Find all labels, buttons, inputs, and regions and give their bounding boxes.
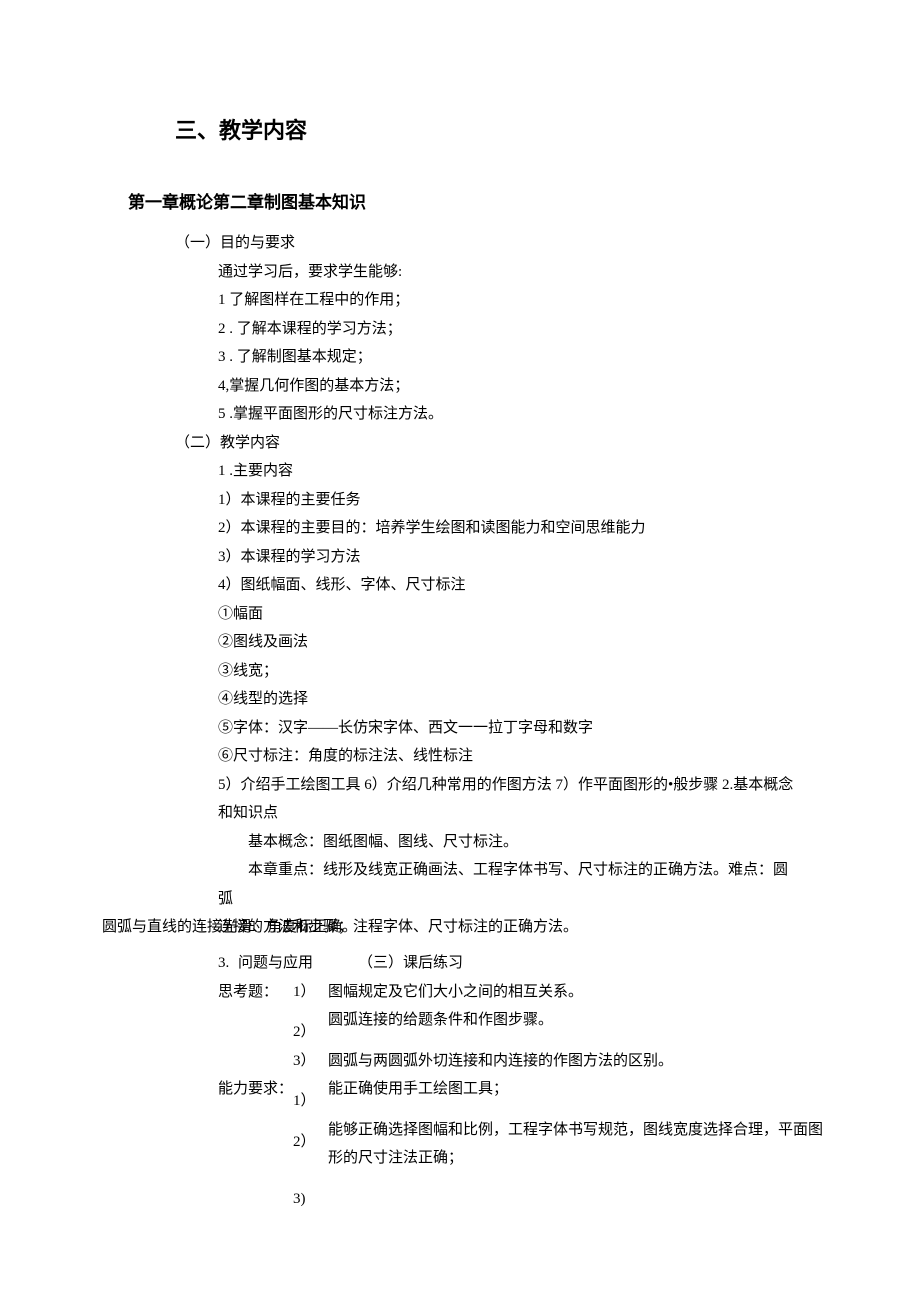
list-item: 1）本课程的主要任务 bbox=[218, 486, 920, 515]
item-number: 1） bbox=[293, 978, 323, 1007]
overlap-front: 连接的方法和步骤；注程字体、尺寸标注的正确方法。 bbox=[218, 913, 578, 942]
list-item: 5）介绍手工绘图工具 6）介绍几种常用的作图方法 7）作平面图形的•般步骤 2.… bbox=[218, 771, 920, 828]
list-item: 4）图纸幅面、线形、字体、尺寸标注 bbox=[218, 571, 920, 600]
item-text: 圆弧连接的给题条件和作图步骤。 bbox=[323, 1006, 673, 1047]
list-item: 3）本课程的学习方法 bbox=[218, 543, 920, 572]
item-number: 3） bbox=[293, 1047, 323, 1076]
subsection-1-head: （一）目的与要求 bbox=[175, 229, 920, 258]
table-row: 思考题： 1） 图幅规定及它们大小之间的相互关系。 bbox=[218, 978, 673, 1007]
item-number: 1） bbox=[293, 1075, 323, 1116]
list-item: 3 . 了解制图基本规定； bbox=[218, 343, 920, 372]
subsection-2-head: （二）教学内容 bbox=[175, 429, 920, 458]
intro-text: 通过学习后，要求学生能够: bbox=[218, 258, 920, 287]
ability-label: 能力要求： bbox=[218, 1075, 293, 1116]
row-triple: 3. 问题与应用 （三）课后练习 bbox=[218, 949, 920, 978]
item-text: 图幅规定及它们大小之间的相互关系。 bbox=[323, 978, 673, 1007]
list-item: ⑥尺寸标注：角度的标注法、线性标注 bbox=[218, 742, 920, 771]
item-number: 2） bbox=[293, 1006, 323, 1047]
focus-text: 本章重点：线形及线宽正确画法、工程字体书写、尺寸标注的正确方法。难点：圆弧 bbox=[218, 856, 920, 913]
row-number: 3. bbox=[218, 949, 238, 978]
item-text: 能正确使用手工绘图工具； bbox=[323, 1075, 823, 1116]
list-item: ⑤字体：汉字——长仿宋字体、西文一一拉丁字母和数字 bbox=[218, 714, 920, 743]
chapter-heading: 第一章概论第二章制图基本知识 bbox=[128, 187, 920, 219]
table-row: 3） 圆弧与两圆弧外切连接和内连接的作图方法的区别。 bbox=[218, 1047, 673, 1076]
think-table: 思考题： 1） 图幅规定及它们大小之间的相互关系。 2） 圆弧连接的给题条件和作… bbox=[218, 978, 673, 1076]
table-row: 2） 圆弧连接的给题条件和作图步骤。 bbox=[218, 1006, 673, 1047]
item-text: 能够正确选择图幅和比例，工程字体书写规范，图线宽度选择合理，平面图形的尺寸注法正… bbox=[323, 1116, 823, 1173]
list-item: ②图线及画法 bbox=[218, 628, 920, 657]
main-content-head: 1 .主要内容 bbox=[218, 457, 920, 486]
section-heading: 三、教学内容 bbox=[175, 110, 920, 152]
think-label: 思考题： bbox=[218, 978, 293, 1007]
row-label-a: 问题与应用 bbox=[238, 949, 358, 978]
list-item: 4,掌握几何作图的基本方法； bbox=[218, 372, 920, 401]
list-item: 2）本课程的主要目的：培养学生绘图和读图能力和空间思维能力 bbox=[218, 514, 920, 543]
table-row: 2） 能够正确选择图幅和比例，工程字体书写规范，图线宽度选择合理，平面图形的尺寸… bbox=[218, 1116, 823, 1173]
list-item: 2 . 了解本课程的学习方法； bbox=[218, 315, 920, 344]
list-item: ①幅面 bbox=[218, 600, 920, 629]
list-item: ④线型的选择 bbox=[218, 685, 920, 714]
row-label-b: （三）课后练习 bbox=[358, 949, 463, 978]
item-number: 3) bbox=[293, 1173, 323, 1214]
table-row: 能力要求： 1） 能正确使用手工绘图工具； bbox=[218, 1075, 823, 1116]
item-text bbox=[323, 1173, 823, 1214]
table-row: 3) bbox=[218, 1173, 823, 1214]
list-item: 1 了解图样在工程中的作用； bbox=[218, 286, 920, 315]
item-text: 圆弧与两圆弧外切连接和内连接的作图方法的区别。 bbox=[323, 1047, 673, 1076]
overlapping-text: 圆弧与直线的连接光滑、角度标正确。 连接的方法和步骤；注程字体、尺寸标注的正确方… bbox=[0, 913, 920, 949]
list-item: 5 .掌握平面图形的尺寸标注方法。 bbox=[218, 400, 920, 429]
list-item: ③线宽； bbox=[218, 657, 920, 686]
ability-table: 能力要求： 1） 能正确使用手工绘图工具； 2） 能够正确选择图幅和比例，工程字… bbox=[218, 1075, 823, 1213]
item-number: 2） bbox=[293, 1116, 323, 1173]
concept-text: 基本概念：图纸图幅、图线、尺寸标注。 bbox=[218, 828, 920, 857]
